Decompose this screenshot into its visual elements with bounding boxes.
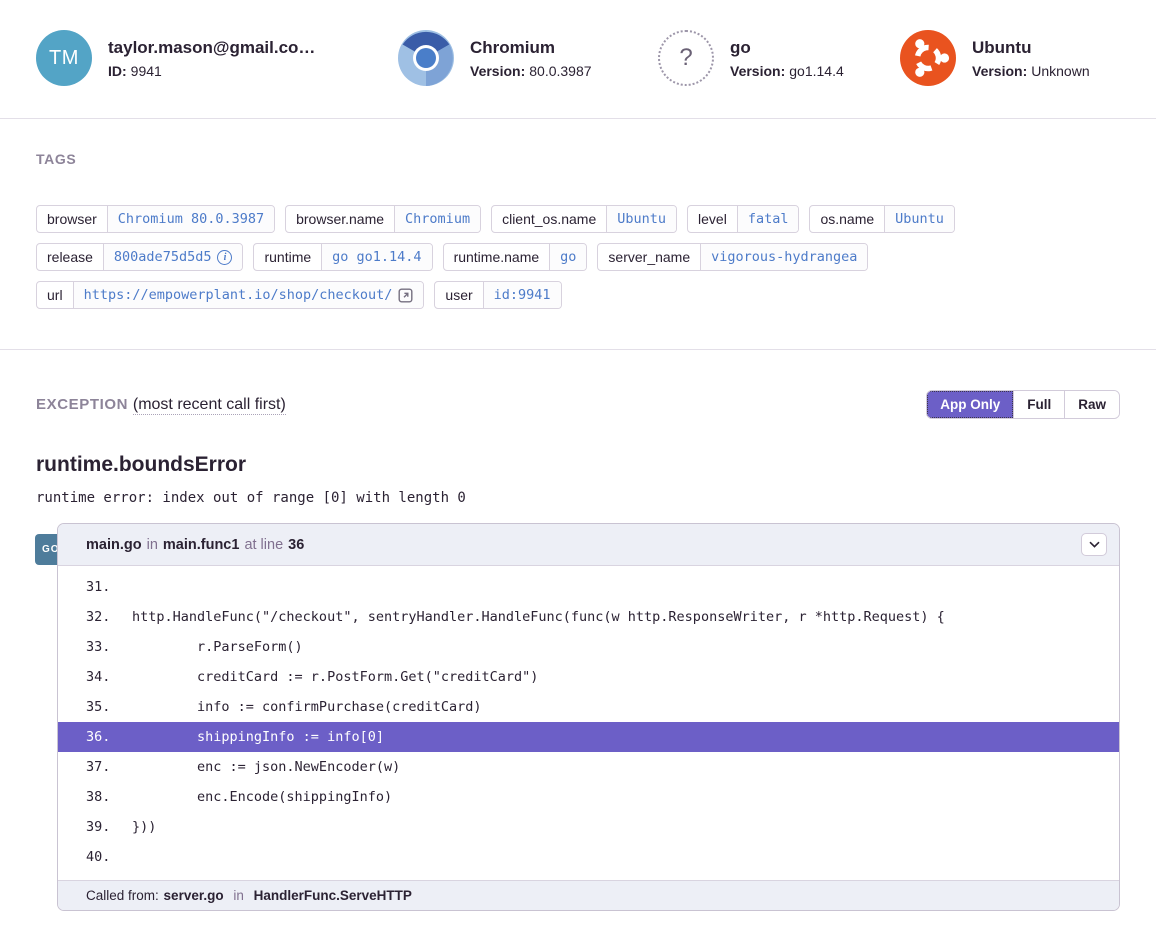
context-browser: Chromium Version:80.0.3987	[398, 30, 658, 86]
tag-value-link[interactable]: Chromium 80.0.3987	[107, 206, 274, 232]
tag-key: level	[688, 206, 737, 232]
tag-key: server_name	[598, 244, 700, 270]
os-name: Ubuntu	[972, 38, 1090, 58]
frame-filename: main.go	[86, 537, 142, 553]
exception-section: EXCEPTION (most recent call first) App O…	[0, 350, 1156, 939]
tag-value-link[interactable]: go go1.14.4	[321, 244, 431, 270]
code-line: 38. enc.Encode(shippingInfo)	[58, 782, 1119, 812]
stack-frame: GO main.go in main.func1 at line 36 31. …	[36, 523, 1120, 911]
tag-key: runtime	[254, 244, 321, 270]
error-message: runtime error: index out of range [0] wi…	[36, 490, 1120, 506]
os-version-label: Version:	[972, 63, 1027, 79]
tag-pill-browser-name: browser.name Chromium	[285, 205, 481, 233]
full-button[interactable]: Full	[1013, 391, 1064, 418]
code-line: 33. r.ParseForm()	[58, 632, 1119, 662]
tags-heading: TAGS	[36, 151, 1120, 167]
frame-header[interactable]: main.go in main.func1 at line 36	[58, 524, 1119, 566]
tags-list: browser Chromium 80.0.3987 browser.name …	[36, 205, 1120, 309]
info-icon[interactable]: i	[217, 250, 232, 265]
browser-name: Chromium	[470, 38, 592, 58]
user-email: taylor.mason@gmail.co…	[108, 38, 315, 58]
unknown-runtime-icon: ?	[658, 30, 714, 86]
browser-version-label: Version:	[470, 63, 525, 79]
user-avatar: TM	[36, 30, 92, 86]
stacktrace-view-toggle: App Only Full Raw	[926, 390, 1120, 419]
chevron-down-icon[interactable]	[1081, 533, 1107, 556]
tag-value-link[interactable]: Ubuntu	[606, 206, 676, 232]
tag-pill-client-os-name: client_os.name Ubuntu	[491, 205, 677, 233]
tag-key: browser	[37, 206, 107, 232]
tag-key: runtime.name	[444, 244, 550, 270]
runtime-version-label: Version:	[730, 63, 785, 79]
tag-key: os.name	[810, 206, 884, 232]
code-line: 40.	[58, 842, 1119, 872]
tag-pill-runtime: runtime go go1.14.4	[253, 243, 432, 271]
frame-footer: Called from: server.go in HandlerFunc.Se…	[58, 880, 1119, 910]
app-only-button[interactable]: App Only	[927, 391, 1013, 418]
context-header: TM taylor.mason@gmail.co… ID:9941 Chromi…	[0, 0, 1156, 119]
tag-value-link[interactable]: https://empowerplant.io/shop/checkout/	[73, 282, 424, 308]
tag-key: client_os.name	[492, 206, 606, 232]
footer-function: HandlerFunc.ServeHTTP	[254, 888, 412, 903]
context-runtime: ? go Version:go1.14.4	[658, 30, 900, 86]
tag-pill-runtime-name: runtime.name go	[443, 243, 588, 271]
tag-pill-browser: browser Chromium 80.0.3987	[36, 205, 275, 233]
tag-value-link[interactable]: go	[549, 244, 586, 270]
tag-pill-server-name: server_name vigorous-hydrangea	[597, 243, 868, 271]
tag-pill-level: level fatal	[687, 205, 799, 233]
tag-value-link[interactable]: fatal	[737, 206, 799, 232]
code-context: 31. 32.http.HandleFunc("/checkout", sent…	[58, 566, 1119, 880]
tag-key: browser.name	[286, 206, 394, 232]
ubuntu-icon	[900, 30, 956, 86]
tag-value-link[interactable]: vigorous-hydrangea	[700, 244, 867, 270]
tag-pill-os-name: os.name Ubuntu	[809, 205, 954, 233]
context-user: TM taylor.mason@gmail.co… ID:9941	[36, 30, 398, 86]
code-line: 31.	[58, 572, 1119, 602]
tag-pill-url: url https://empowerplant.io/shop/checkou…	[36, 281, 424, 309]
external-link-icon[interactable]	[398, 288, 413, 303]
footer-filename: server.go	[164, 888, 224, 903]
code-line-highlighted: 36. shippingInfo := info[0]	[58, 722, 1119, 752]
exception-heading: EXCEPTION (most recent call first)	[36, 396, 286, 414]
runtime-name: go	[730, 38, 844, 58]
chromium-icon	[398, 30, 454, 86]
runtime-version-value: go1.14.4	[789, 63, 844, 79]
tag-value-link[interactable]: Chromium	[394, 206, 480, 232]
code-line: 32.http.HandleFunc("/checkout", sentryHa…	[58, 602, 1119, 632]
tag-key: url	[37, 282, 73, 308]
tag-pill-user: user id:9941	[434, 281, 561, 309]
tag-value-link[interactable]: Ubuntu	[884, 206, 954, 232]
code-line: 34. creditCard := r.PostForm.Get("credit…	[58, 662, 1119, 692]
frame-line-number: 36	[288, 537, 304, 553]
os-version-value: Unknown	[1031, 63, 1089, 79]
tag-key: user	[435, 282, 482, 308]
frame-function: main.func1	[163, 537, 240, 553]
exception-heading-note: (most recent call first)	[133, 396, 286, 415]
raw-button[interactable]: Raw	[1064, 391, 1119, 418]
tag-key: release	[37, 244, 103, 270]
browser-version-value: 80.0.3987	[529, 63, 591, 79]
tag-value-link[interactable]: 800ade75d5d5 i	[103, 244, 243, 270]
code-line: 37. enc := json.NewEncoder(w)	[58, 752, 1119, 782]
context-os: Ubuntu Version:Unknown	[900, 30, 1090, 86]
tags-section: TAGS browser Chromium 80.0.3987 browser.…	[0, 119, 1156, 350]
code-line: 39.}))	[58, 812, 1119, 842]
tag-value-link[interactable]: id:9941	[483, 282, 561, 308]
user-id-value: 9941	[131, 63, 162, 79]
user-id-label: ID:	[108, 63, 127, 79]
code-line: 35. info := confirmPurchase(creditCard)	[58, 692, 1119, 722]
tag-pill-release: release 800ade75d5d5 i	[36, 243, 243, 271]
error-type: runtime.boundsError	[36, 453, 1120, 477]
